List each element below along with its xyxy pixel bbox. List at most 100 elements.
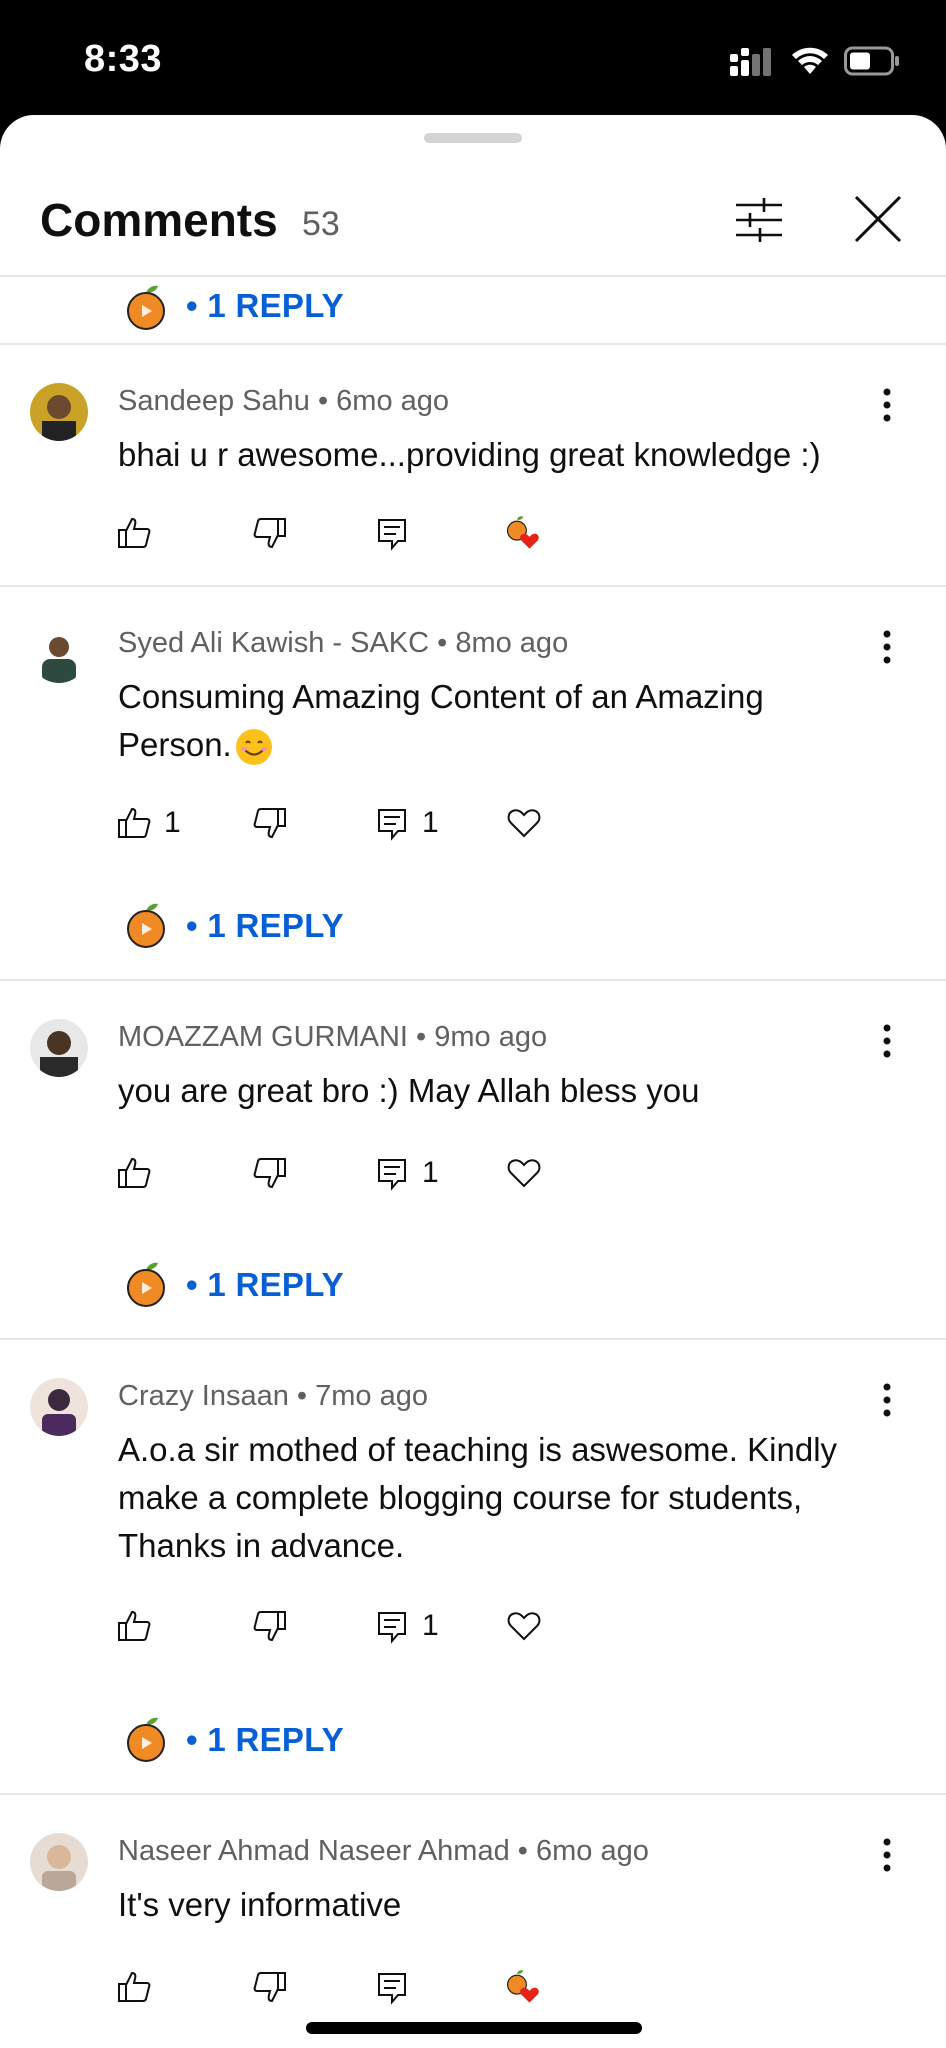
comment-item: MOAZZAM GURMANI • 9mo ago you are great …	[0, 981, 946, 1224]
dislike-button[interactable]	[252, 507, 288, 559]
reply-button[interactable]	[374, 507, 410, 559]
reply-comment-icon	[378, 1159, 406, 1191]
comment-actions: 1	[0, 1600, 946, 1652]
home-indicator[interactable]	[306, 2022, 642, 2034]
thumbs-down-icon	[253, 808, 286, 839]
like-button[interactable]	[116, 507, 152, 559]
dislike-button[interactable]	[252, 797, 288, 849]
comments-list: • 1 REPLY Sandeep Sahu • 6mo ago bhai u …	[0, 277, 946, 2035]
heart-outline-icon	[507, 1612, 541, 1641]
comment-item: Naseer Ahmad Naseer Ahmad • 6mo ago It's…	[0, 1795, 946, 2035]
comment-meta: Syed Ali Kawish - SAKC • 8mo ago	[118, 627, 569, 659]
more-options-icon[interactable]	[872, 1382, 902, 1418]
thumbs-down-icon	[253, 1158, 286, 1189]
view-replies-row[interactable]: • 1 REPLY	[0, 865, 946, 981]
user-avatar[interactable]	[30, 1378, 88, 1436]
comments-count: 53	[302, 205, 340, 243]
thumbs-up-icon	[118, 517, 151, 548]
heart-button[interactable]	[506, 797, 542, 849]
comments-header: Comments 53	[0, 155, 946, 277]
status-time: 8:33	[84, 38, 163, 80]
comment-meta: MOAZZAM GURMANI • 9mo ago	[118, 1021, 548, 1053]
more-options-icon[interactable]	[872, 387, 902, 423]
comment-actions: 1 1	[0, 797, 946, 849]
wifi-icon	[792, 47, 828, 74]
sort-filter-icon[interactable]	[734, 195, 784, 245]
like-button[interactable]	[116, 1961, 152, 2013]
comment-meta: Naseer Ahmad Naseer Ahmad • 6mo ago	[118, 1835, 649, 1867]
view-replies-row[interactable]: • 1 REPLY	[0, 265, 946, 345]
more-options-icon[interactable]	[872, 1837, 902, 1873]
reply-count: 1	[422, 806, 439, 839]
comment-item: Syed Ali Kawish - SAKC • 8mo ago Consumi…	[0, 587, 946, 865]
channel-avatar-icon	[127, 1262, 165, 1307]
comment-item: Sandeep Sahu • 6mo ago bhai u r awesome.…	[0, 345, 946, 587]
comment-actions: 1	[0, 1147, 946, 1199]
dislike-button[interactable]	[252, 1147, 288, 1199]
user-avatar[interactable]	[30, 383, 88, 441]
thumbs-up-icon	[118, 807, 151, 838]
more-options-icon[interactable]	[872, 629, 902, 665]
channel-avatar-icon	[127, 285, 165, 330]
creator-heart-icon	[506, 1970, 539, 2003]
drag-handle[interactable]	[424, 133, 522, 143]
cellular-signal-icon	[730, 48, 771, 76]
thumbs-up-icon	[118, 1971, 151, 2002]
channel-avatar-icon	[127, 903, 165, 948]
comment-item: Crazy Insaan • 7mo ago A.o.a sir mothed …	[0, 1340, 946, 1679]
user-avatar[interactable]	[30, 625, 88, 683]
like-button[interactable]	[116, 1147, 152, 1199]
like-count: 1	[164, 806, 181, 839]
comment-text-line: Person.	[118, 726, 232, 763]
dislike-button[interactable]	[252, 1600, 288, 1652]
heart-outline-icon	[507, 1159, 541, 1188]
view-replies-link[interactable]: • 1 REPLY	[186, 907, 344, 945]
reply-count: 1	[422, 1156, 439, 1189]
comments-sheet: Comments 53 • 1 REPLY Sandeep Sahu • 6mo…	[0, 115, 946, 2048]
comment-text: you are great bro :) May Allah bless you	[118, 1072, 700, 1109]
reply-count: 1	[422, 1609, 439, 1642]
thumbs-down-icon	[253, 518, 286, 549]
status-bar: 8:33	[0, 0, 946, 115]
reply-button[interactable]: 1	[374, 1600, 439, 1652]
reply-comment-icon	[378, 1612, 406, 1644]
thumbs-up-icon	[118, 1157, 151, 1188]
view-replies-link[interactable]: • 1 REPLY	[186, 287, 344, 325]
battery-icon	[844, 46, 899, 76]
like-button[interactable]	[116, 1600, 152, 1652]
dislike-button[interactable]	[252, 1961, 288, 2013]
user-avatar[interactable]	[30, 1833, 88, 1891]
heart-button[interactable]	[506, 1147, 542, 1199]
heart-button[interactable]	[506, 1600, 542, 1652]
reply-button[interactable]: 1	[374, 1147, 439, 1199]
comment-text: bhai u r awesome...providing great knowl…	[118, 436, 821, 473]
more-options-icon[interactable]	[872, 1023, 902, 1059]
creator-heart-icon	[506, 516, 539, 549]
reply-button[interactable]: 1	[374, 797, 439, 849]
comment-actions	[0, 507, 946, 559]
smiling-face-emoji-icon	[235, 729, 272, 766]
comment-meta: Sandeep Sahu • 6mo ago	[118, 385, 450, 417]
comment-text: It's very informative	[118, 1886, 402, 1923]
view-replies-row[interactable]: • 1 REPLY	[0, 1224, 946, 1340]
reply-comment-icon	[378, 519, 406, 551]
like-button[interactable]: 1	[116, 797, 181, 849]
view-replies-link[interactable]: • 1 REPLY	[186, 1721, 344, 1759]
close-icon[interactable]	[852, 193, 904, 245]
user-avatar[interactable]	[30, 1019, 88, 1077]
creator-heart-badge	[506, 1961, 542, 2013]
reply-comment-icon	[378, 809, 406, 841]
thumbs-down-icon	[253, 1972, 286, 2003]
reply-comment-icon	[378, 1973, 406, 2005]
heart-outline-icon	[507, 809, 541, 838]
channel-avatar-icon	[127, 1717, 165, 1762]
thumbs-up-icon	[118, 1610, 151, 1641]
comment-actions	[0, 1961, 946, 2013]
creator-heart-badge	[506, 507, 542, 559]
comment-text: Consuming Amazing Content of an Amazing …	[118, 673, 878, 769]
thumbs-down-icon	[253, 1611, 286, 1642]
view-replies-row[interactable]: • 1 REPLY	[0, 1679, 946, 1795]
comment-text: A.o.a sir mothed of teaching is aswesome…	[118, 1431, 838, 1564]
view-replies-link[interactable]: • 1 REPLY	[186, 1266, 344, 1304]
reply-button[interactable]	[374, 1961, 410, 2013]
